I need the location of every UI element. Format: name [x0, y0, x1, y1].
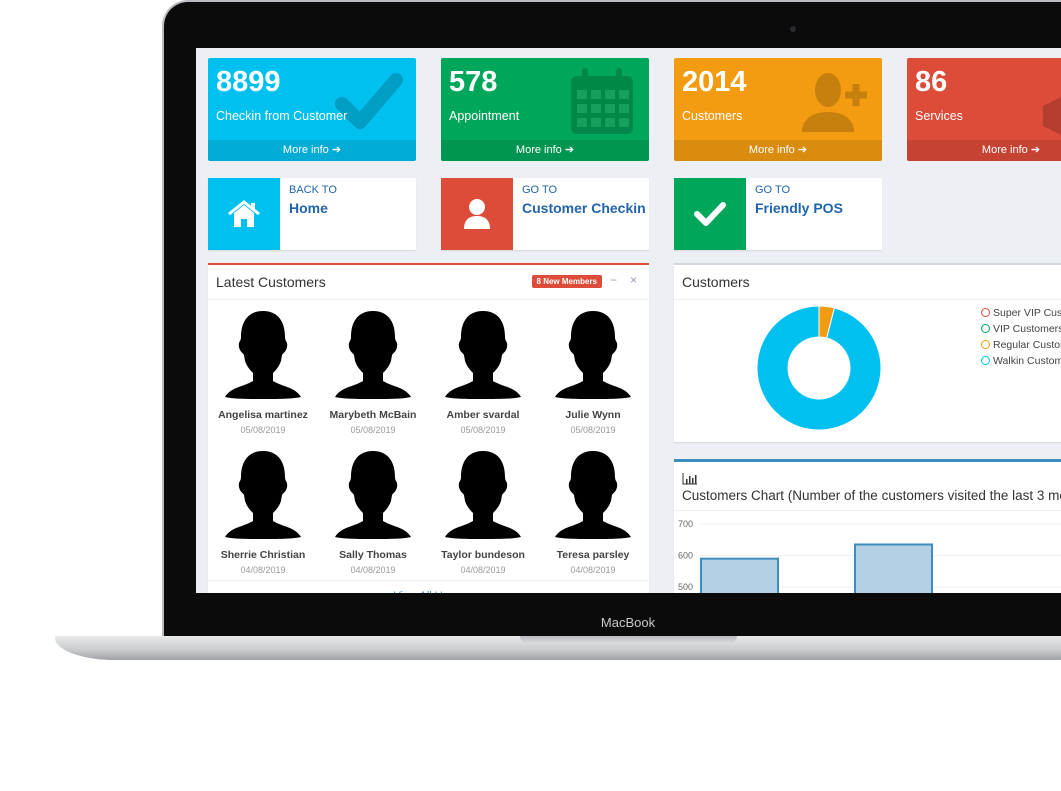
avatar	[318, 309, 428, 399]
new-members-badge: 8 New Members	[531, 275, 602, 288]
customer-name: Amber svardal	[446, 409, 520, 421]
avatar	[538, 309, 648, 399]
customer-name: Marybeth McBain	[329, 409, 417, 421]
user-plus-icon	[800, 66, 870, 136]
stat-value: 2014	[682, 66, 747, 98]
customer-date: 05/08/2019	[350, 425, 396, 435]
customer-card[interactable]: Teresa parsley 04/08/2019	[538, 449, 648, 575]
stat-box-checkin-from-customer: 8899 Checkin from Customer More info ➔	[208, 58, 416, 161]
more-info-link[interactable]: More info ➔	[441, 140, 649, 161]
more-info-link[interactable]: More info ➔	[208, 140, 416, 161]
customer-name: Teresa parsley	[556, 549, 630, 561]
customer-date: 04/08/2019	[460, 565, 506, 575]
customer-name: Taylor bundeson	[441, 549, 525, 561]
shortcut-home[interactable]: BACK TO Home	[208, 178, 416, 250]
arrow-circle-right-icon: ➔	[797, 144, 808, 156]
dashboard-screen: 8899 Checkin from Customer More info ➔ 5…	[196, 48, 1061, 593]
arrow-circle-right-icon: ➔	[331, 144, 342, 156]
camera	[790, 26, 796, 32]
stat-value: 578	[449, 66, 498, 98]
calendar-icon	[567, 66, 637, 136]
legend-circle-icon	[981, 308, 990, 317]
legend-item: Regular Customers	[981, 339, 1061, 351]
check-icon	[334, 66, 404, 136]
shortcut-prefix: BACK TO	[289, 184, 337, 196]
shortcut-customer-checkin[interactable]: GO TO Customer Checkin	[441, 178, 649, 250]
customers-donut-chart	[756, 305, 882, 431]
latest-customers-panel: Latest Customers 8 New Members − × Angel…	[208, 263, 649, 593]
bar	[700, 557, 779, 593]
more-info-link[interactable]: More info ➔	[907, 140, 1061, 161]
customer-card[interactable]: Angelisa martinez 05/08/2019	[208, 309, 318, 435]
avatar	[428, 449, 538, 539]
customer-date: 05/08/2019	[460, 425, 506, 435]
customer-date: 04/08/2019	[350, 565, 396, 575]
y-tick-label: 700	[678, 519, 693, 529]
customer-name: Sally Thomas	[339, 549, 407, 561]
shortcut-prefix: GO TO	[755, 184, 791, 196]
donut-slice-walkin-customers	[756, 305, 882, 431]
shortcut-title: Home	[289, 200, 328, 216]
customer-card[interactable]: Marybeth McBain 05/08/2019	[318, 309, 428, 435]
shortcut-title: Friendly POS	[755, 200, 843, 216]
legend-item: Walkin Customers	[981, 355, 1061, 367]
laptop-brand: MacBook	[600, 615, 656, 630]
customer-card[interactable]: Julie Wynn 05/08/2019	[538, 309, 648, 435]
customer-card[interactable]: Sally Thomas 04/08/2019	[318, 449, 428, 575]
avatar	[208, 449, 318, 539]
stat-value: 86	[915, 66, 948, 98]
customer-date: 05/08/2019	[570, 425, 616, 435]
stat-value: 8899	[216, 66, 281, 98]
bar-chart-icon	[682, 472, 698, 485]
legend-item: VIP Customers	[981, 323, 1061, 335]
shortcut-friendly-pos[interactable]: GO TO Friendly POS	[674, 178, 882, 250]
customer-date: 04/08/2019	[240, 565, 286, 575]
y-tick-label: 600	[678, 551, 693, 561]
chart-title: Customers Chart (Number of the customers…	[682, 488, 1061, 503]
customer-card[interactable]: Taylor bundeson 04/08/2019	[428, 449, 538, 575]
minimize-button[interactable]: −	[610, 273, 617, 287]
stat-box-services: 86 Services More info ➔	[907, 58, 1061, 161]
customer-name: Sherrie Christian	[220, 549, 306, 561]
stat-label: Appointment	[449, 109, 520, 123]
view-all-users-link[interactable]: View All Users	[208, 580, 649, 593]
customers-bar-chart: 700 600 500	[678, 519, 1061, 593]
y-tick-label: 500	[678, 582, 693, 592]
shortcut-prefix: GO TO	[522, 184, 558, 196]
legend-circle-icon	[981, 340, 990, 349]
home-icon	[208, 178, 280, 250]
customer-date: 04/08/2019	[570, 565, 616, 575]
arrow-circle-right-icon: ➔	[564, 144, 575, 156]
stat-label: Customers	[682, 109, 743, 123]
legend-item: Super VIP Customers	[981, 307, 1061, 319]
panel-title: Customers	[674, 265, 1061, 300]
laptop-notch	[520, 636, 737, 643]
user-icon	[441, 178, 513, 250]
shortcut-title: Customer Checkin	[522, 200, 646, 216]
stat-label: Checkin from Customer	[216, 109, 348, 123]
stat-label: Services	[915, 109, 963, 123]
avatar	[538, 449, 648, 539]
check-icon	[674, 178, 746, 250]
cubes-icon	[1033, 66, 1061, 136]
close-button[interactable]: ×	[630, 273, 637, 287]
customer-name: Angelisa martinez	[218, 409, 308, 421]
customer-name: Julie Wynn	[565, 409, 621, 421]
customer-card[interactable]: Sherrie Christian 04/08/2019	[208, 449, 318, 575]
avatar	[208, 309, 318, 399]
avatar	[428, 309, 538, 399]
avatar	[318, 449, 428, 539]
legend-circle-icon	[981, 324, 990, 333]
legend-circle-icon	[981, 356, 990, 365]
stat-box-customers: 2014 Customers More info ➔	[674, 58, 882, 161]
bar	[854, 543, 933, 593]
customer-card[interactable]: Amber svardal 05/08/2019	[428, 309, 538, 435]
customer-date: 05/08/2019	[240, 425, 286, 435]
arrow-circle-right-icon: ➔	[1030, 144, 1041, 156]
more-info-link[interactable]: More info ➔	[674, 140, 882, 161]
stat-box-appointment: 578 Appointment More info ➔	[441, 58, 649, 161]
